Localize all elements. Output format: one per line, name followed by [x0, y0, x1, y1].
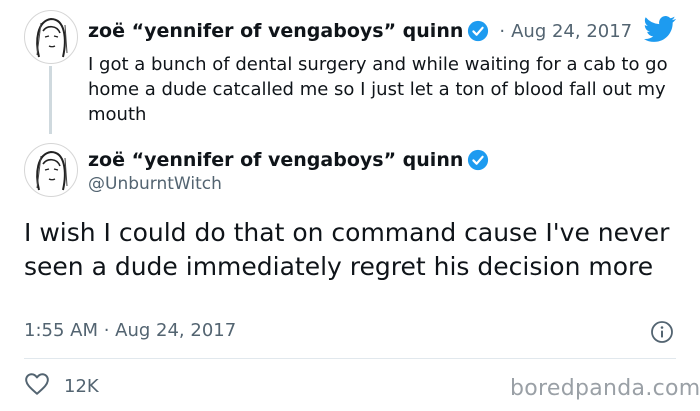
watermark: boredpanda.com	[510, 376, 700, 401]
main-timestamp[interactable]: 1:55 AM · Aug 24, 2017	[24, 320, 236, 341]
verified-badge-icon	[467, 20, 489, 42]
main-handle[interactable]: @UnburntWitch	[88, 174, 222, 194]
divider	[24, 358, 676, 359]
main-tweet-text: I wish I could do that on command cause …	[24, 218, 670, 281]
thread-connector-line	[49, 66, 52, 134]
like-count: 12K	[64, 375, 99, 397]
reply-tweet-text: I got a bunch of dental surgery and whil…	[88, 54, 668, 125]
avatar[interactable]	[24, 143, 78, 197]
reply-date[interactable]: Aug 24, 2017	[511, 21, 632, 42]
info-icon[interactable]	[650, 320, 674, 348]
twitter-bird-icon	[642, 13, 678, 49]
date-separator: ·	[499, 20, 506, 42]
heart-icon	[24, 372, 50, 400]
verified-badge-icon	[467, 149, 489, 171]
main-display-name[interactable]: zoë “yennifer of vengaboys” quinn	[88, 149, 463, 171]
like-button[interactable]: 12K	[24, 372, 99, 400]
avatar[interactable]	[24, 10, 78, 64]
reply-display-name[interactable]: zoë “yennifer of vengaboys” quinn	[88, 20, 463, 42]
main-tweet-header: zoë “yennifer of vengaboys” quinn	[88, 147, 489, 173]
reply-tweet-header: zoë “yennifer of vengaboys” quinn · Aug …	[88, 18, 632, 44]
